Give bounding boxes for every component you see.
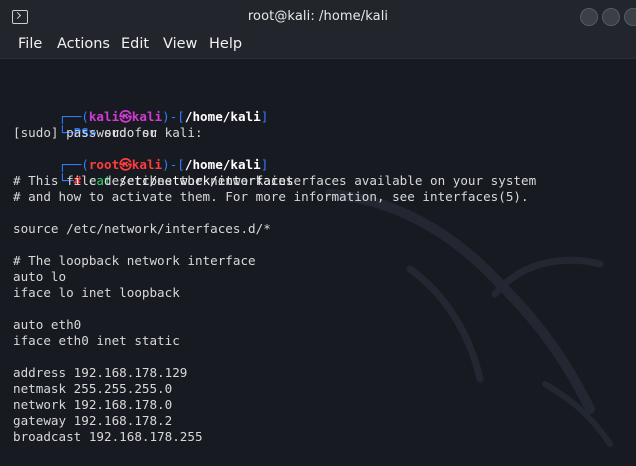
output-line: iface lo inet loopback	[13, 285, 180, 300]
minimize-button[interactable]	[580, 8, 598, 26]
terminal-window: root@kali: /home/kali File Actions Edit …	[0, 0, 636, 466]
terminal-output[interactable]: ┌──(kali㉿kali)-[/home/kali] └─PS> sudo s…	[0, 59, 636, 466]
window-title: root@kali: /home/kali	[247, 9, 389, 24]
menu-bar: File Actions Edit View Help	[0, 34, 636, 59]
output-line: auto eth0	[13, 317, 82, 332]
menu-actions[interactable]: Actions	[57, 36, 110, 52]
command-line: └─PS> sudo su	[13, 109, 158, 140]
output-line: # and how to activate them. For more inf…	[13, 189, 529, 204]
output-line: netmask 255.255.255.0	[13, 381, 173, 396]
title-bar[interactable]: root@kali: /home/kali	[0, 0, 636, 34]
menu-file[interactable]: File	[18, 36, 42, 52]
output-line: address 192.168.178.129	[13, 365, 188, 380]
prompt-path: /home/kali	[184, 109, 261, 124]
menu-view[interactable]: View	[163, 36, 197, 52]
output-line: auto lo	[13, 269, 67, 284]
output-line: # The loopback network interface	[13, 253, 256, 268]
close-button[interactable]	[624, 8, 636, 26]
output-line: gateway 192.168.178.2	[13, 413, 173, 428]
output-line: network 192.168.178.0	[13, 397, 173, 412]
maximize-button[interactable]	[602, 8, 620, 26]
menu-help[interactable]: Help	[209, 36, 242, 52]
prompt-line: ┌──(kali㉿kali)-[/home/kali]	[13, 93, 269, 124]
output-line: broadcast 192.168.178.255	[13, 429, 203, 444]
output-line: iface eth0 inet static	[13, 333, 180, 348]
command-line: └─# cat /etc/network/interfaces	[13, 157, 294, 188]
prompt-bracket: )-[	[162, 109, 185, 124]
prompt-close: ]	[260, 109, 269, 124]
menu-edit[interactable]: Edit	[121, 36, 149, 52]
sudo-password-prompt: [sudo] password for kali:	[13, 125, 203, 140]
output-line: source /etc/network/interfaces.d/*	[13, 221, 271, 236]
output-line: # This file describes the network interf…	[13, 173, 537, 188]
prompt-line: ┌──(root㉿kali)-[/home/kali]	[13, 141, 269, 172]
prompt-line-partial: ┌──(root㉿kali)-[/home/kali]	[13, 457, 268, 466]
